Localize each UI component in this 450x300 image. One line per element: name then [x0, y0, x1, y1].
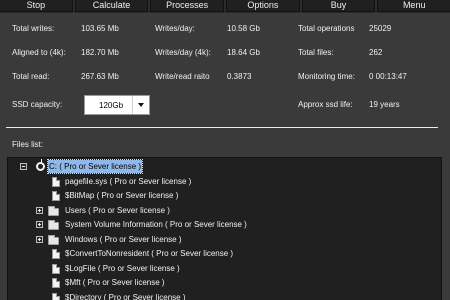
write-read-ratio-label: Write/read raito — [155, 72, 210, 81]
options-button[interactable]: Options — [226, 0, 300, 12]
total-operations-label: Total operations — [298, 24, 355, 33]
monitoring-time-label: Monitoring time: — [298, 72, 355, 81]
monitoring-time-value: 0 00:13:47 — [369, 72, 407, 81]
write-read-ratio-value: 0.3873 — [227, 72, 252, 81]
writes-day-value: 10.58 Gb — [227, 24, 260, 33]
folder-icon — [48, 205, 59, 216]
file-icon — [52, 278, 60, 288]
tree-node-label: $Directory ( Pro or Sever license ) — [65, 292, 186, 300]
expand-icon[interactable] — [36, 235, 43, 243]
writes-day-label: Writes/day: — [155, 24, 195, 33]
folder-icon — [48, 220, 59, 230]
stop-button[interactable]: Stop — [0, 0, 73, 12]
approx-ssd-life-value: 19 years — [369, 100, 400, 109]
file-icon — [52, 292, 60, 300]
aligned-value: 182.70 Mb — [81, 48, 119, 57]
file-icon — [52, 191, 60, 201]
total-files-label: Total files: — [298, 48, 334, 57]
expand-icon[interactable] — [36, 206, 43, 214]
file-icon — [52, 176, 60, 187]
menu-button[interactable]: Menu — [377, 0, 450, 12]
tree-node-label: System Volume Information ( Pro or Sever… — [65, 220, 247, 229]
collapse-icon[interactable] — [20, 163, 27, 170]
tree-node-label: Windows ( Pro or Sever license ) — [65, 234, 182, 244]
calculate-button[interactable]: Calculate — [74, 0, 149, 12]
ssd-capacity-value: 120Gb — [99, 101, 124, 110]
buy-button[interactable]: Buy — [301, 0, 376, 12]
processes-button[interactable]: Processes — [150, 0, 225, 12]
files-tree[interactable]: C: ( Pro or Sever license ) pagefile.sys … — [7, 157, 442, 300]
file-icon — [52, 263, 60, 274]
toolbar: Stop Calculate Processes Options Buy Men… — [0, 0, 450, 13]
total-files-value: 262 — [369, 48, 383, 57]
tree-node-label: $Mft ( Pro or Sever license ) — [65, 278, 165, 287]
writes-day-4k-label: Writes/day (4k): — [155, 48, 211, 57]
file-icon — [52, 249, 60, 259]
total-writes-value: 103.65 Mb — [81, 24, 119, 33]
dropdown-button[interactable] — [132, 96, 149, 114]
tree-node-label: $LogFile ( Pro or Sever license ) — [65, 263, 180, 273]
aligned-label: Aligned to (4k): — [12, 48, 66, 57]
total-operations-value: 25029 — [369, 24, 392, 33]
approx-ssd-life-label: Approx ssd life: — [298, 100, 353, 109]
total-writes-label: Total writes: — [12, 24, 55, 33]
expand-icon[interactable] — [36, 221, 43, 228]
divider — [6, 127, 438, 128]
tree-node-label: pagefile.sys ( Pro or Sever license ) — [65, 176, 192, 186]
ssd-capacity-label: SSD capacity: — [12, 100, 63, 109]
tree-node-label: C: ( Pro or Sever license ) — [46, 159, 144, 174]
tree-node-label: Users ( Pro or Sever license ) — [65, 205, 170, 215]
tree-node-label: $BitMap ( Pro or Sever license ) — [65, 191, 179, 200]
files-list-label: Files list: — [12, 140, 44, 149]
total-read-value: 267.63 Mb — [81, 72, 119, 81]
chevron-down-icon — [138, 103, 144, 107]
folder-icon — [48, 234, 59, 245]
total-read-label: Total read: — [12, 72, 50, 81]
ssd-capacity-select[interactable]: 120Gb — [84, 95, 150, 115]
tree-node-label: $ConvertToNonresident ( Pro or Sever lic… — [65, 249, 234, 258]
drive-icon — [36, 159, 45, 171]
writes-day-4k-value: 18.64 Gb — [227, 48, 260, 57]
